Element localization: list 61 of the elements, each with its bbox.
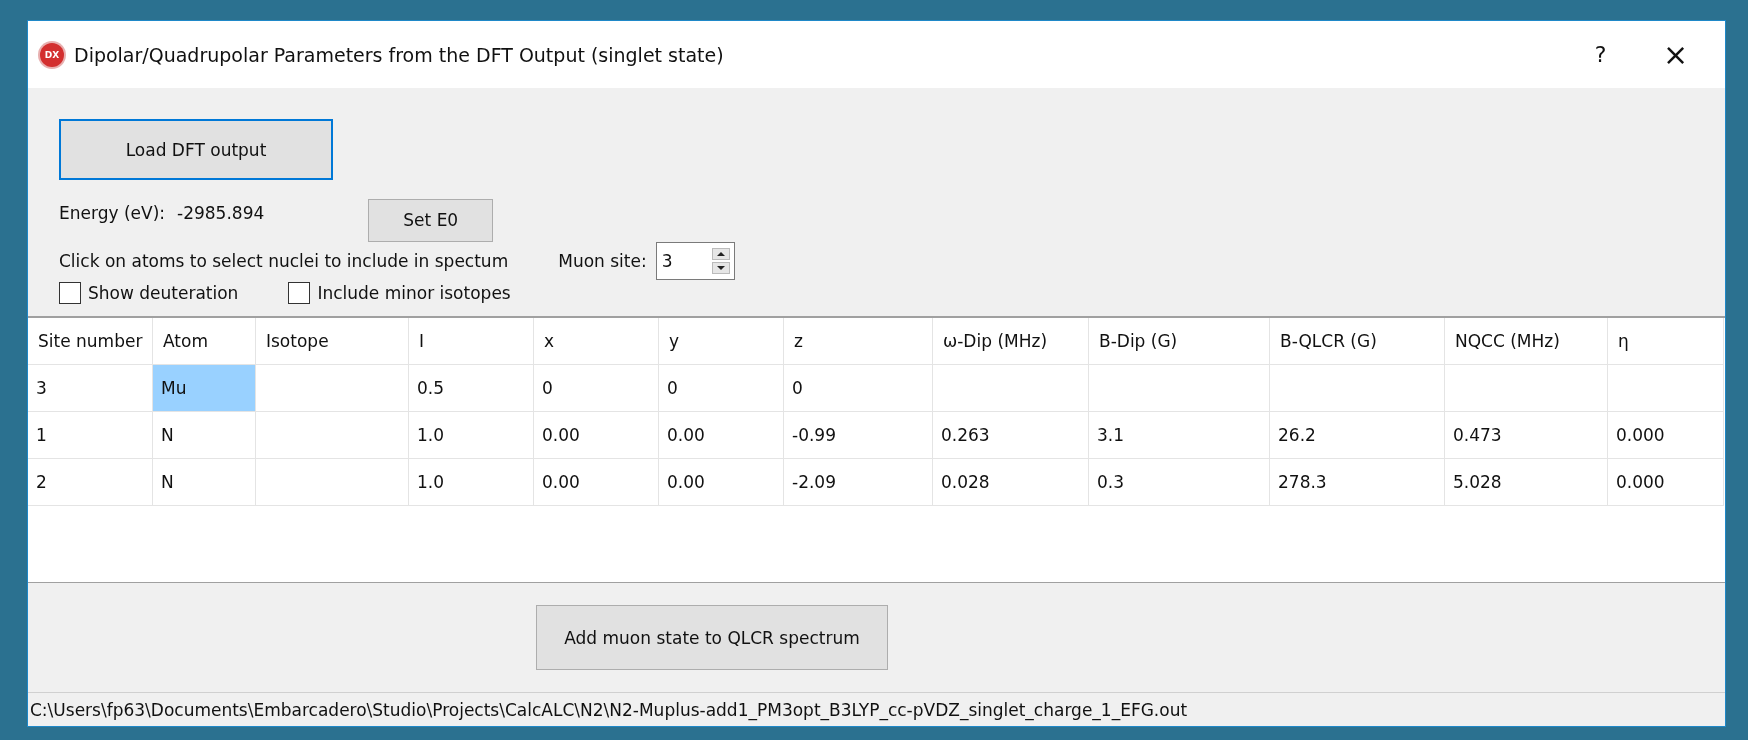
table-cell[interactable]: N bbox=[153, 412, 256, 459]
column-header: Site number bbox=[28, 318, 153, 365]
column-header: I bbox=[409, 318, 534, 365]
energy-value: -2985.894 bbox=[177, 203, 265, 223]
column-header: y bbox=[659, 318, 784, 365]
table-cell[interactable] bbox=[1608, 365, 1724, 412]
column-header: B-Dip (G) bbox=[1089, 318, 1270, 365]
table-cell[interactable]: 5.028 bbox=[1445, 459, 1608, 506]
window-title: Dipolar/Quadrupolar Parameters from the DFT Output (singlet state) bbox=[74, 43, 724, 66]
column-header: ω-Dip (MHz) bbox=[933, 318, 1089, 365]
table-cell[interactable]: 26.2 bbox=[1270, 412, 1445, 459]
column-header: η bbox=[1608, 318, 1724, 365]
table-cell[interactable]: 278.3 bbox=[1270, 459, 1445, 506]
column-header: B-QLCR (G) bbox=[1270, 318, 1445, 365]
checkbox-option[interactable]: Show deuteration bbox=[59, 282, 239, 304]
table-cell[interactable]: 0.000 bbox=[1608, 412, 1724, 459]
table-cell[interactable] bbox=[256, 412, 409, 459]
app-icon: DX bbox=[40, 42, 64, 67]
table-cell[interactable]: Mu bbox=[153, 365, 256, 412]
table-cell[interactable] bbox=[1089, 365, 1270, 412]
checkbox-option[interactable]: Include minor isotopes bbox=[288, 282, 511, 304]
table-cell[interactable] bbox=[1270, 365, 1445, 412]
muon-site-label: Muon site: bbox=[558, 251, 647, 271]
table-cell[interactable]: 1 bbox=[28, 412, 153, 459]
muon-site-spinbox[interactable]: 3 bbox=[655, 242, 735, 280]
set-e0-button[interactable]: Set E0 bbox=[368, 198, 494, 242]
table-cell[interactable] bbox=[933, 365, 1089, 412]
table-cell[interactable]: -2.09 bbox=[784, 459, 933, 506]
load-button[interactable]: Load DFT output bbox=[59, 119, 333, 180]
table-cell[interactable]: 0.00 bbox=[659, 459, 784, 506]
table-cell[interactable]: 0.00 bbox=[659, 412, 784, 459]
help-button[interactable]: ? bbox=[1563, 29, 1638, 80]
instruction-text: Click on atoms to select nuclei to include in spectum bbox=[59, 251, 509, 271]
table-cell[interactable]: 0.3 bbox=[1089, 459, 1270, 506]
table-cell[interactable]: 0 bbox=[659, 365, 784, 412]
column-header: x bbox=[534, 318, 659, 365]
table-cell[interactable] bbox=[1445, 365, 1608, 412]
table-cell[interactable]: 1.0 bbox=[409, 412, 534, 459]
table-cell[interactable]: 0.00 bbox=[534, 459, 659, 506]
status-bar: C:\Users\fp63\Documents\Embarcadero\Studio\Projects\CalcALC\N2\N2-Muplus-add1_PM3opt_B3LYP_cc-pVDZ_singlet_charge_1_EFG.out bbox=[28, 692, 1725, 726]
table-cell[interactable]: 2 bbox=[28, 459, 153, 506]
table-cell[interactable]: N bbox=[153, 459, 256, 506]
table-cell[interactable]: 1.0 bbox=[409, 459, 534, 506]
table-cell[interactable]: 0.5 bbox=[409, 365, 534, 412]
energy-label: Energy (eV): bbox=[59, 203, 165, 223]
table-cell[interactable] bbox=[256, 459, 409, 506]
table-cell[interactable]: 0.473 bbox=[1445, 412, 1608, 459]
table-cell[interactable] bbox=[256, 365, 409, 412]
close-button[interactable]: × bbox=[1638, 29, 1713, 80]
column-header: NQCC (MHz) bbox=[1445, 318, 1608, 365]
column-header: z bbox=[784, 318, 933, 365]
table-cell[interactable]: 0.00 bbox=[534, 412, 659, 459]
table-cell[interactable]: 0 bbox=[784, 365, 933, 412]
add-to-spectrum-button[interactable]: Add muon state to QLCR spectrum bbox=[536, 605, 888, 670]
table-cell[interactable]: -0.99 bbox=[784, 412, 933, 459]
table-cell[interactable]: 0.263 bbox=[933, 412, 1089, 459]
table-cell[interactable]: 0.028 bbox=[933, 459, 1089, 506]
table-cell[interactable]: 0.000 bbox=[1608, 459, 1724, 506]
column-header: Isotope bbox=[256, 318, 409, 365]
table-cell[interactable]: 0 bbox=[534, 365, 659, 412]
table-cell[interactable]: 3.1 bbox=[1089, 412, 1270, 459]
